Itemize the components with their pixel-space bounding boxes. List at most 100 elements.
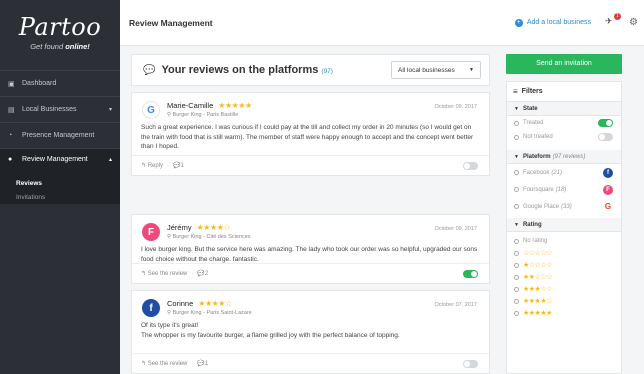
- sidebar-item-label: Review Management: [22, 156, 88, 163]
- reply-button[interactable]: ↰ Reply: [141, 162, 163, 169]
- review-location: ⚲ Burger King - Paris Saint-Lazare: [167, 310, 252, 316]
- review-card-header: f Corinne ★★★★☆ ⚲ Burger King - Paris Saint…: [132, 291, 489, 321]
- separator: ·: [191, 270, 194, 277]
- state-option-label: Not treated: [523, 134, 553, 140]
- platform-option-count: (21): [551, 169, 563, 176]
- rating-option-label: ★☆☆☆☆: [523, 262, 552, 269]
- foursquare-icon: F: [142, 223, 160, 241]
- treated-toggle[interactable]: [463, 161, 478, 170]
- platform-option-foursquare[interactable]: Foursquare (18) F: [507, 181, 621, 198]
- right-panel: Send an invitation ≡ Filters ▼ State Tre…: [504, 46, 638, 374]
- review-card-header: G Marie-Camille ★★★★★ ⚲ Burger King - Paris…: [132, 93, 489, 123]
- radio-icon: [514, 286, 519, 292]
- review-action-label: See the review: [147, 271, 188, 277]
- platform-option-count: (18): [555, 186, 567, 193]
- sidebar-item-review-management[interactable]: ● Review Management ▴: [0, 148, 120, 170]
- reviewer-name-row: Jérémy ★★★★☆: [167, 223, 230, 232]
- separator: ·: [191, 360, 194, 367]
- send-invitation-button[interactable]: Send an invitation: [506, 54, 622, 74]
- rating-option-label: No rating: [523, 238, 548, 244]
- facebook-icon: f: [603, 167, 613, 178]
- signal-icon: ◔: [8, 132, 13, 139]
- rating-option[interactable]: ★★★☆☆: [507, 283, 621, 295]
- building-icon: ▤: [8, 106, 15, 114]
- main-content: 💬 Your reviews on the platforms (97) All…: [120, 46, 500, 374]
- platform-option-facebook[interactable]: Facebook (21) f: [507, 164, 621, 181]
- add-local-business-link[interactable]: + Add a local business: [514, 18, 591, 27]
- state-toggle[interactable]: [598, 119, 613, 127]
- comment-count: 2: [204, 270, 209, 277]
- sidebar: Partoo Get found online! ▣ Dashboard ▤ Loca…: [0, 0, 120, 374]
- radio-icon: [514, 250, 519, 256]
- facebook-icon: f: [142, 299, 160, 317]
- star-rating: ★★★★☆: [196, 223, 231, 232]
- chevron-down-icon: ▾: [108, 107, 112, 113]
- see-review-button[interactable]: ↰ See the review: [141, 270, 187, 277]
- review-card-footer: ↰ See the review · 💬 2: [132, 263, 489, 283]
- radio-icon: [514, 262, 519, 268]
- rating-option[interactable]: ★★★★☆: [507, 295, 621, 307]
- see-review-button[interactable]: ↰ See the review: [141, 360, 187, 367]
- radio-icon: [514, 120, 519, 126]
- rating-option[interactable]: No rating: [507, 235, 621, 247]
- state-section-header[interactable]: ▼ State: [507, 102, 621, 116]
- review-location-label: Burger King - Paris Saint-Lazare: [172, 310, 252, 316]
- reviewer-name-row: Marie-Camille ★★★★★: [167, 101, 252, 110]
- review-location-label: Burger King - Paris Bastille: [172, 112, 239, 118]
- caret-down-icon: ▼: [469, 67, 474, 73]
- rating-option-label: ★★☆☆☆: [523, 274, 552, 281]
- review-text: Of its type it's great! The whopper is m…: [141, 322, 400, 339]
- sidebar-item-presence-management[interactable]: ◔ Presence Management: [0, 122, 120, 148]
- radio-icon: [514, 170, 519, 175]
- rating-option-label: ☆☆☆☆☆: [523, 250, 552, 257]
- review-card-header: F Jérémy ★★★★☆ ⚲ Burger King - Cité des Sci…: [132, 215, 489, 245]
- review-card: F Jérémy ★★★★☆ ⚲ Burger King - Cité des Sci…: [131, 214, 490, 284]
- sidebar-item-local-businesses[interactable]: ▤ Local Businesses ▾: [0, 96, 120, 122]
- platform-option-google-place[interactable]: Google Place (33) G: [507, 198, 621, 215]
- rating-option[interactable]: ★☆☆☆☆: [507, 259, 621, 271]
- treated-toggle[interactable]: [463, 269, 478, 278]
- platform-section-subtitle: (97 reviews): [552, 153, 586, 160]
- rating-option[interactable]: ☆☆☆☆☆: [507, 247, 621, 259]
- filters-title: Filters: [521, 88, 543, 95]
- radio-icon: [514, 274, 519, 280]
- state-option-not-treated[interactable]: Not treated: [507, 130, 621, 144]
- dashboard-icon: ▣: [8, 80, 15, 88]
- rating-section-header[interactable]: ▼ Rating: [507, 218, 621, 232]
- radio-icon: [514, 134, 519, 140]
- platform-section-title: Plateform: [522, 153, 551, 160]
- review-text: Such a great experience. I was curious i…: [141, 124, 474, 150]
- state-toggle[interactable]: [598, 133, 613, 141]
- star-rating: ★★★★☆: [198, 299, 232, 308]
- review-action-label: Reply: [147, 163, 164, 169]
- rating-option[interactable]: ★★★★★: [507, 307, 621, 319]
- rating-option-label: ★★★★☆: [523, 298, 552, 305]
- business-filter-select[interactable]: All local businesses ▼: [391, 61, 481, 79]
- sidebar-subitem-invitations[interactable]: Invitations: [0, 190, 120, 204]
- comment-icon: 💬: [197, 271, 205, 277]
- plus-icon: +: [514, 18, 523, 27]
- review-date: October 09, 2017: [434, 104, 477, 110]
- platform-section-header[interactable]: ▼ Plateform (97 reviews): [507, 150, 621, 164]
- comment-count: 1: [180, 162, 184, 169]
- chevron-up-icon: ▴: [108, 157, 112, 163]
- reviewer-name: Jérémy: [167, 223, 192, 232]
- rating-option[interactable]: ★★☆☆☆: [507, 271, 621, 283]
- notification-badge: 1: [614, 12, 622, 20]
- radio-icon: [514, 310, 519, 316]
- reviews-panel-title: Your reviews on the platforms: [161, 64, 319, 76]
- sidebar-subitem-reviews[interactable]: Reviews: [0, 176, 120, 190]
- review-card-footer: ↰ Reply · 💬 1: [132, 155, 489, 175]
- notifications-button[interactable]: ✈ 1: [605, 12, 622, 30]
- gear-icon[interactable]: ⚙: [629, 17, 638, 28]
- treated-toggle[interactable]: [463, 359, 478, 368]
- sidebar-item-dashboard[interactable]: ▣ Dashboard: [0, 70, 120, 96]
- reviews-panel-header: 💬 Your reviews on the platforms (97) All…: [131, 54, 490, 86]
- caret-down-icon: ▼: [514, 105, 519, 112]
- review-text: I love burger king. But the service here…: [141, 246, 478, 263]
- google-icon: G: [142, 101, 160, 119]
- reply-arrow-icon: ↰: [141, 163, 148, 169]
- filters-header: ≡ Filters: [507, 82, 621, 102]
- state-option-treated[interactable]: Treated: [507, 116, 621, 130]
- foursquare-icon: F: [603, 184, 613, 195]
